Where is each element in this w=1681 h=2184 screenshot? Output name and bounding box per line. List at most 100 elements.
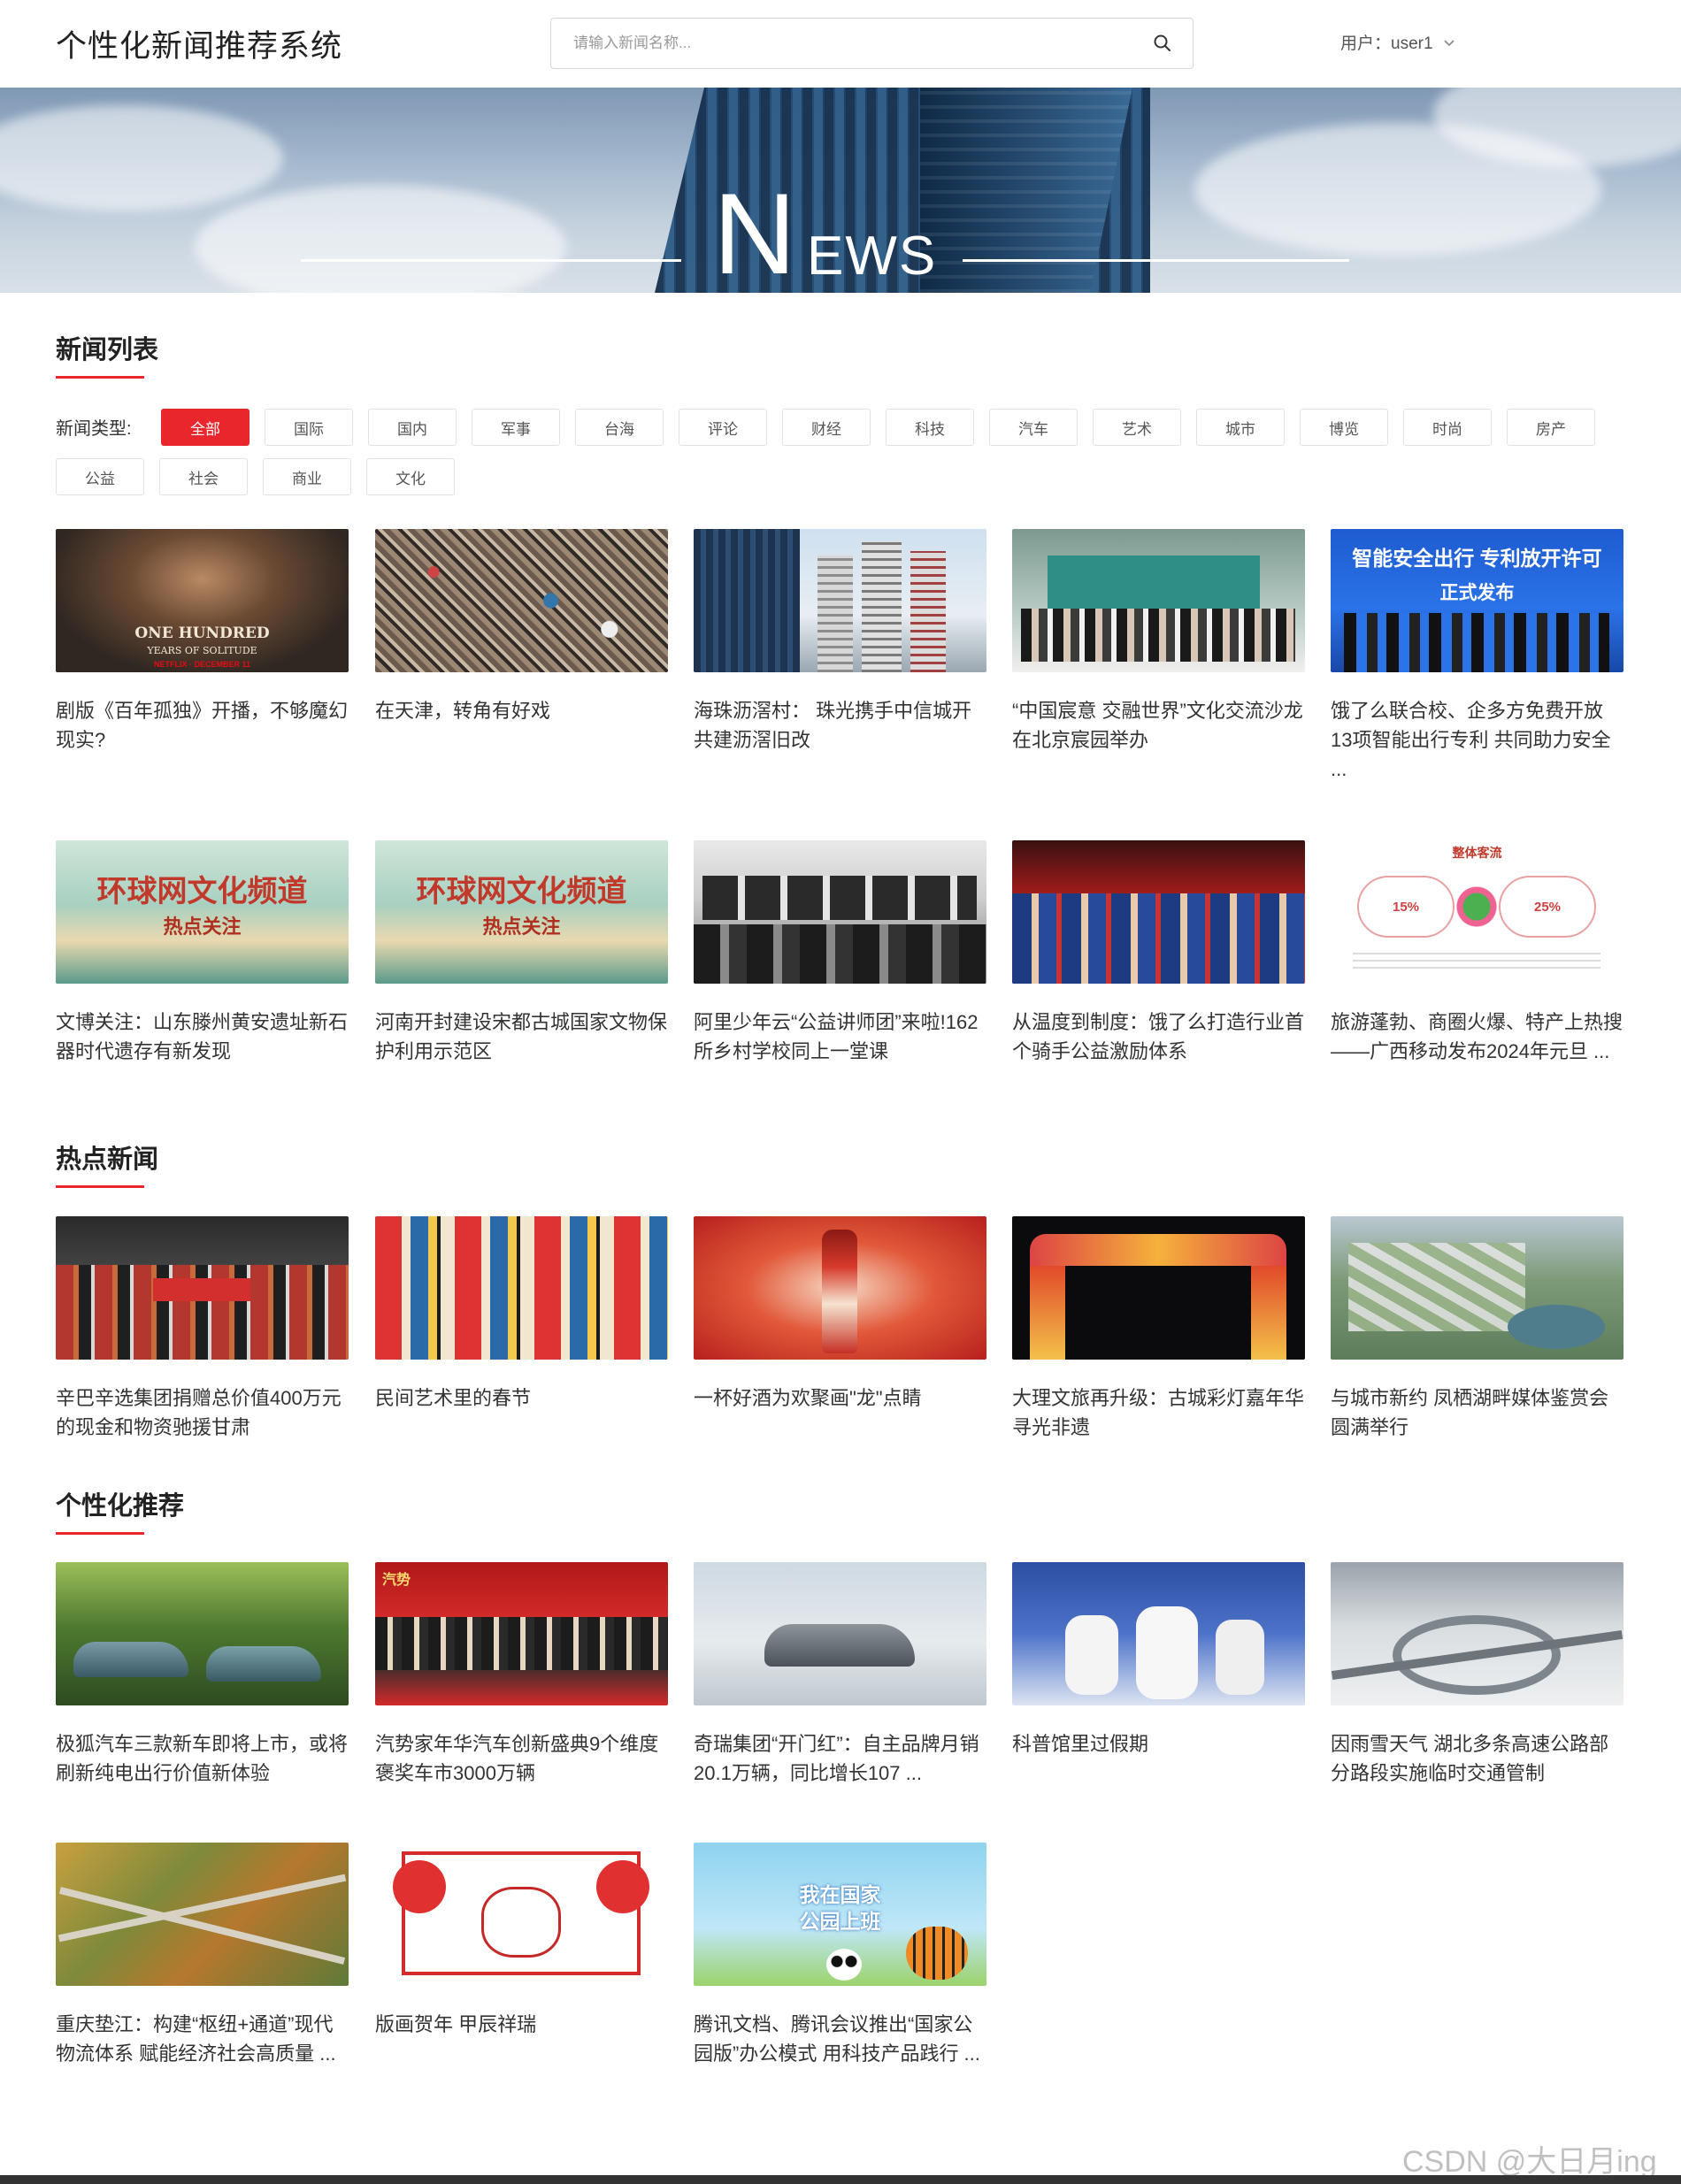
event-crowd	[1021, 609, 1295, 662]
news-thumbnail: 环球网文化频道 热点关注	[56, 840, 349, 984]
thumbnail-caption: 热点关注	[482, 916, 561, 938]
tag-fashion[interactable]: 时尚	[1403, 409, 1492, 446]
news-card[interactable]: “中国宸意 交融世界”文化交流沙龙在北京宸园举办	[1012, 529, 1305, 755]
news-thumbnail	[1012, 529, 1305, 672]
event-people	[1344, 613, 1609, 672]
user-label: 用户：user1	[1340, 34, 1433, 53]
news-banner: N EWS	[0, 88, 1681, 293]
building-shape	[817, 556, 853, 672]
thumbnail-caption: 15%	[1357, 876, 1455, 938]
news-card[interactable]: 科普馆里过假期	[1012, 1562, 1305, 1759]
news-card[interactable]: 我在国家 公园上班 腾讯文档、腾讯会议推出“国家公园版”办公模式 用科技产品践行…	[694, 1843, 986, 2068]
thumbnail-caption: NETFLIX · DECEMBER 11	[153, 660, 250, 669]
search-icon[interactable]	[1152, 33, 1173, 54]
news-thumbnail	[694, 840, 986, 984]
banner-line-left	[301, 259, 681, 262]
banner-letters-ews: EWS	[807, 226, 938, 287]
robot-shape	[1216, 1620, 1264, 1695]
news-card[interactable]: ONE HUNDRED YEARS OF SOLITUDE NETFLIX · …	[56, 529, 349, 755]
search-input[interactable]	[551, 19, 1135, 68]
tag-domestic[interactable]: 国内	[368, 409, 457, 446]
news-card[interactable]: 大理文旅再升级：古城彩灯嘉年华寻光非遗	[1012, 1216, 1305, 1442]
news-card[interactable]: 辛巴辛选集团捐赠总价值400万元的现金和物资驰援甘肃	[56, 1216, 349, 1442]
news-card[interactable]: 在天津，转角有好戏	[375, 529, 668, 725]
news-thumbnail	[56, 1843, 349, 1986]
news-thumbnail	[375, 1843, 668, 1986]
news-thumbnail: 环球网文化频道 热点关注	[375, 840, 668, 984]
lantern-icon	[393, 1860, 446, 1913]
news-card[interactable]: 重庆垫江：构建“枢纽+通道”现代物流体系 赋能经济社会高质量 ...	[56, 1843, 349, 2068]
computer-row	[702, 876, 977, 920]
robot-shape	[1136, 1606, 1198, 1699]
tag-auto[interactable]: 汽车	[989, 409, 1078, 446]
tag-real-estate[interactable]: 房产	[1507, 409, 1595, 446]
event-people	[1012, 893, 1305, 984]
lantern-arch	[1030, 1234, 1286, 1266]
news-card[interactable]: 版画贺年 甲辰祥瑞	[375, 1843, 668, 2039]
chevron-down-icon	[1443, 39, 1455, 46]
news-card[interactable]: 从温度到制度：饿了么打造行业首个骑手公益激励体系	[1012, 840, 1305, 1066]
thumbnail-caption: 智能安全出行 专利放开许可	[1352, 547, 1602, 570]
banner-cloud	[195, 185, 566, 293]
tiger-graphic	[906, 1927, 968, 1980]
tag-art[interactable]: 艺术	[1093, 409, 1181, 446]
news-title: “中国宸意 交融世界”文化交流沙龙在北京宸园举办	[1012, 700, 1303, 751]
thumbnail-caption: ONE HUNDRED	[134, 625, 270, 642]
tag-public-welfare[interactable]: 公益	[56, 458, 144, 495]
tag-society[interactable]: 社会	[159, 458, 248, 495]
news-thumbnail	[694, 1216, 986, 1360]
thumbnail-caption: 热点关注	[163, 916, 242, 938]
tag-business[interactable]: 商业	[263, 458, 351, 495]
news-title: 饿了么联合校、企多方免费开放13项智能出行专利 共同助力安全 ...	[1331, 700, 1611, 780]
tag-culture[interactable]: 文化	[366, 458, 455, 495]
students	[694, 924, 986, 984]
tag-military[interactable]: 军事	[472, 409, 560, 446]
news-title: 因雨雪天气 湖北多条高速公路部分路段实施临时交通管制	[1331, 1733, 1609, 1784]
section-title-recommend: 个性化推荐	[56, 1492, 185, 1521]
search-box[interactable]	[550, 18, 1194, 69]
news-thumbnail	[694, 529, 986, 672]
lantern-icon	[596, 1860, 649, 1913]
news-title: 极狐汽车三款新车即将上市，或将刷新纯电出行价值新体验	[56, 1733, 349, 1784]
banner-cloud	[0, 105, 283, 211]
news-thumbnail	[1331, 1562, 1623, 1705]
news-card[interactable]: 海珠沥滘村： 珠光携手中信城开共建沥滘旧改	[694, 529, 986, 755]
news-title: 文博关注：山东滕州黄安遗址新石器时代遗存有新发现	[56, 1011, 349, 1062]
news-card[interactable]: 阿里少年云“公益讲师团”来啦!162所乡村学校同上一堂课	[694, 840, 986, 1066]
tag-expo[interactable]: 博览	[1300, 409, 1388, 446]
tag-city[interactable]: 城市	[1196, 409, 1285, 446]
news-card[interactable]: 智能安全出行 专利放开许可 正式发布 饿了么联合校、企多方免费开放13项智能出行…	[1331, 529, 1623, 784]
news-card[interactable]: 汽势 汽势家年华汽车创新盛典9个维度褒奖车市3000万辆	[375, 1562, 668, 1788]
section-title-hot-news: 热点新闻	[56, 1146, 159, 1174]
news-card[interactable]: 奇瑞集团“开门红”：自主品牌月销20.1万辆，同比增长107 ...	[694, 1562, 986, 1788]
news-card[interactable]: 一杯好酒为欢聚画"龙"点睛	[694, 1216, 986, 1413]
news-title: 在天津，转角有好戏	[375, 700, 551, 722]
tag-taiwan-strait[interactable]: 台海	[575, 409, 664, 446]
watermark: CSDN @大日月ing	[1402, 2145, 1657, 2179]
news-thumbnail	[1012, 840, 1305, 984]
tag-finance[interactable]: 财经	[782, 409, 871, 446]
news-card[interactable]: 环球网文化频道 热点关注 文博关注：山东滕州黄安遗址新石器时代遗存有新发现	[56, 840, 349, 1066]
tag-tech[interactable]: 科技	[886, 409, 974, 446]
news-thumbnail: 智能安全出行 专利放开许可 正式发布	[1331, 529, 1623, 672]
news-title: 汽势家年华汽车创新盛典9个维度褒奖车市3000万辆	[375, 1733, 659, 1784]
thumbnail-caption: 正式发布	[1439, 583, 1515, 603]
tag-international[interactable]: 国际	[265, 409, 353, 446]
news-card[interactable]: 因雨雪天气 湖北多条高速公路部分路段实施临时交通管制	[1331, 1562, 1623, 1788]
news-card[interactable]: 整体客流 15% 25% 旅游蓬勃、商圈火爆、特产上热搜——广西移动发布2024…	[1331, 840, 1623, 1066]
news-title: 与城市新约 凤栖湖畔媒体鉴赏会圆满举行	[1331, 1387, 1609, 1438]
building-shape	[910, 551, 946, 672]
user-menu[interactable]: 用户：user1	[1340, 30, 1456, 54]
news-card[interactable]: 民间艺术里的春节	[375, 1216, 668, 1413]
news-card[interactable]: 环球网文化频道 热点关注 河南开封建设宋都古城国家文物保护利用示范区	[375, 840, 668, 1066]
tag-commentary[interactable]: 评论	[679, 409, 767, 446]
news-title: 辛巴辛选集团捐赠总价值400万元的现金和物资驰援甘肃	[56, 1387, 342, 1438]
thumbnail-caption: YEARS OF SOLITUDE	[147, 645, 257, 656]
news-card[interactable]: 与城市新约 凤栖湖畔媒体鉴赏会圆满举行	[1331, 1216, 1623, 1442]
news-thumbnail	[1012, 1216, 1305, 1360]
tag-all[interactable]: 全部	[161, 409, 249, 446]
thumbnail-caption: 环球网文化频道	[96, 874, 308, 909]
news-card[interactable]: 极狐汽车三款新车即将上市，或将刷新纯电出行价值新体验	[56, 1562, 349, 1788]
lantern-pillar	[1030, 1266, 1065, 1360]
bottom-bar	[0, 2175, 1681, 2184]
